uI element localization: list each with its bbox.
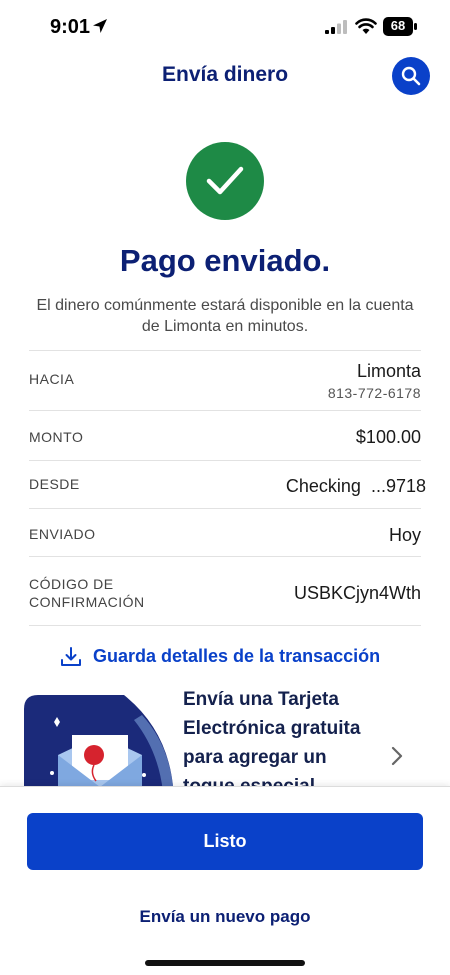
ecard-promo[interactable]: Envía una Tarjeta Electrónica gratuita p…: [24, 685, 426, 791]
cellular-signal-icon: [325, 20, 347, 34]
sent-value: Hoy: [388, 525, 421, 545]
detail-row-sent: ENVIADO Hoy: [29, 508, 421, 556]
chevron-right-icon: [391, 746, 403, 766]
confirmation-message: El dinero comúnmente estará disponible e…: [36, 297, 414, 335]
detail-row-from: DESDE Checking ...9718: [29, 460, 426, 508]
confirmation-code: USBKCjyn4Wth: [293, 583, 421, 603]
sent-label: ENVIADO: [29, 526, 96, 542]
search-icon: [401, 66, 421, 86]
battery-level: 68: [390, 18, 406, 33]
save-transaction-label: Guarda detalles de la transacción: [93, 646, 381, 666]
bottom-action-bar: Listo Envía un nuevo pago: [0, 786, 450, 975]
status-bar: 9:01 68: [0, 0, 450, 56]
ecard-envelope-illustration: [24, 695, 174, 791]
amount-label: MONTO: [29, 429, 84, 445]
recipient-name: Limonta: [356, 361, 421, 381]
done-button[interactable]: Listo: [27, 813, 423, 870]
from-account: Checking ...9718: [285, 476, 426, 496]
new-payment-link[interactable]: Envía un nuevo pago: [0, 907, 450, 927]
wifi-icon: [355, 18, 377, 34]
page-title: Envía dinero: [161, 63, 289, 86]
location-arrow-icon: [93, 19, 107, 33]
checkmark-icon: [206, 166, 244, 195]
confirmation-headline: Pago enviado.: [119, 243, 331, 278]
success-check: [186, 142, 264, 220]
recipient-phone: 813-772-6178: [327, 385, 421, 401]
detail-row-amount: MONTO $100.00: [29, 410, 421, 460]
status-time: 9:01: [50, 16, 91, 38]
from-label: DESDE: [29, 476, 80, 492]
detail-row-confirmation: CÓDIGO DE CONFIRMACIÓN USBKCjyn4Wth: [29, 556, 421, 626]
download-icon: [61, 647, 81, 666]
ecard-promo-text: Envía una Tarjeta Electrónica gratuita p…: [183, 689, 361, 791]
home-indicator: [145, 960, 305, 966]
amount-value: $100.00: [355, 427, 421, 447]
detail-row-to: HACIA Limonta 813-772-6178: [29, 350, 421, 410]
confirmation-code-label: CÓDIGO DE CONFIRMACIÓN: [29, 576, 145, 610]
search-button[interactable]: [392, 57, 430, 95]
to-label: HACIA: [29, 371, 75, 387]
